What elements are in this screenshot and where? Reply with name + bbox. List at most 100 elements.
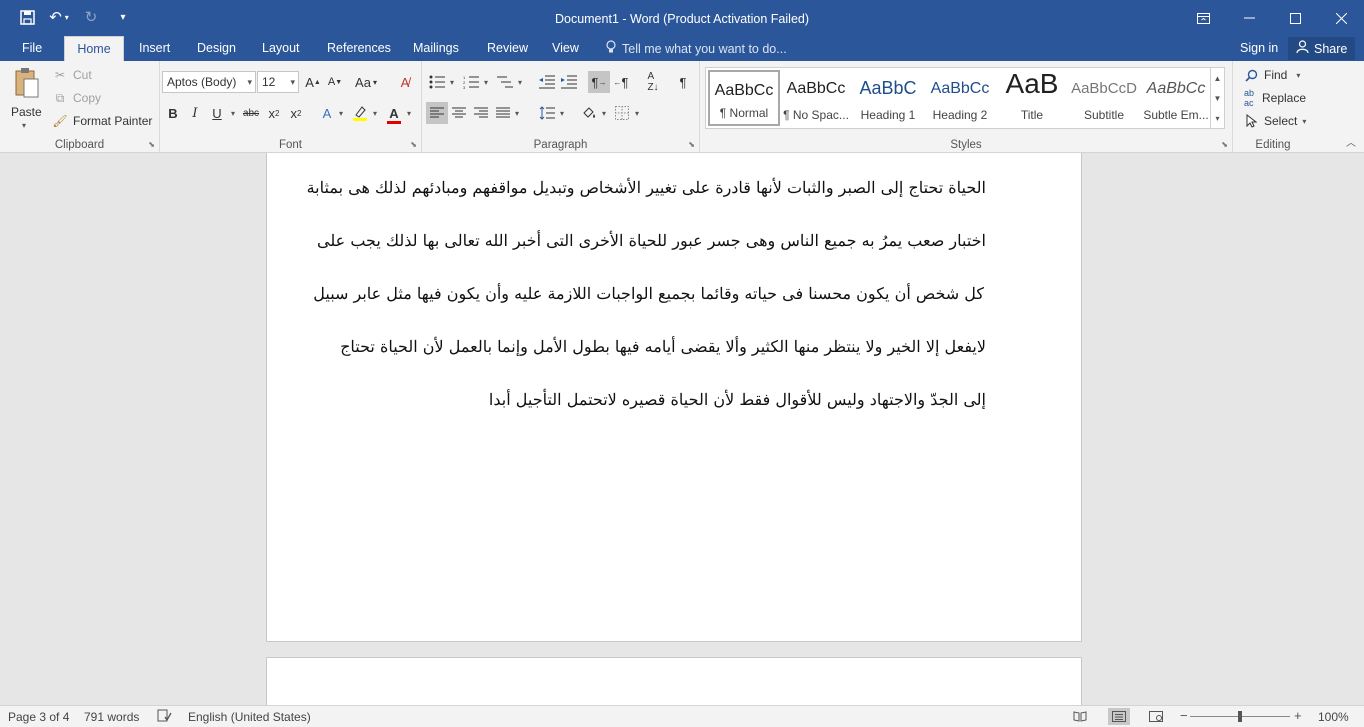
scroll-down-icon[interactable]: ▼ [1214, 94, 1222, 103]
style-heading-1[interactable]: AaBbC Heading 1 [852, 70, 924, 126]
justify-icon[interactable] [492, 102, 514, 124]
print-layout-icon[interactable] [1108, 708, 1130, 725]
align-right-icon[interactable] [470, 102, 492, 124]
style-title[interactable]: AaB Title [996, 68, 1068, 126]
tab-references[interactable]: References [317, 36, 401, 61]
styles-dialog-launcher-icon[interactable]: ⬊ [1221, 140, 1228, 149]
copy-button[interactable]: ⧉ Copy [52, 90, 101, 106]
replace-button[interactable]: ab ac Replace [1241, 88, 1306, 108]
align-center-icon[interactable] [448, 102, 470, 124]
window-controls [1180, 0, 1364, 36]
bold-icon[interactable]: B [162, 102, 184, 124]
page-count[interactable]: Page 3 of 4 [8, 710, 69, 724]
font-family-select[interactable]: Aptos (Body) ▾ [162, 71, 256, 93]
highlight-dropdown-icon[interactable]: ▾ [373, 109, 377, 118]
borders-icon[interactable] [611, 102, 633, 124]
style-no-spacing[interactable]: AaBbCc ¶ No Spac... [780, 70, 852, 126]
paragraph-group: ▾ 123 ▾ ▾ ¶ → ← ¶ A Z↓ ¶ ▾ ▾ ▾ ▾ Paragra… [422, 61, 700, 153]
tab-design[interactable]: Design [187, 36, 246, 61]
clipboard-group: Paste ▾ ✂ Cut ⧉ Copy 🖌 Format Painter Cl… [0, 61, 160, 153]
web-layout-icon[interactable] [1145, 708, 1167, 725]
tab-mailings[interactable]: Mailings [403, 36, 469, 61]
zoom-level[interactable]: 100% [1318, 710, 1349, 724]
increase-indent-icon[interactable] [558, 71, 580, 93]
format-painter-button[interactable]: 🖌 Format Painter [52, 113, 152, 129]
line-spacing-dropdown-icon[interactable]: ▾ [560, 109, 564, 118]
zoom-out-icon[interactable]: − [1180, 708, 1188, 723]
collapse-ribbon-icon[interactable]: ︿ [1346, 134, 1356, 149]
tab-home[interactable]: Home [64, 36, 124, 61]
tab-insert[interactable]: Insert [129, 36, 180, 61]
font-size-select[interactable]: 12 ▾ [257, 71, 299, 93]
tab-view[interactable]: View [542, 36, 589, 61]
read-mode-icon[interactable] [1069, 708, 1091, 725]
tab-layout[interactable]: Layout [252, 36, 310, 61]
rtl-direction-icon[interactable]: ← ¶ [610, 71, 632, 93]
tab-file[interactable]: File [12, 36, 52, 61]
borders-dropdown-icon[interactable]: ▾ [635, 109, 639, 118]
sort-icon[interactable]: A Z↓ [642, 71, 664, 93]
share-button[interactable]: Share [1288, 37, 1356, 60]
shading-dropdown-icon[interactable]: ▾ [602, 109, 606, 118]
highlight-icon[interactable] [349, 102, 371, 124]
font-group: Aptos (Body) ▾ 12 ▾ A ▲ A ▼ Aa ▾ A̸ B I U ▾… [160, 61, 422, 153]
cut-button[interactable]: ✂ Cut [52, 67, 92, 83]
style-normal[interactable]: AaBbCc ¶ Normal [708, 70, 780, 126]
text-effects-icon[interactable]: A [316, 102, 338, 124]
next-document-page[interactable] [266, 657, 1082, 705]
ribbon-display-options-icon[interactable] [1180, 0, 1226, 36]
select-button[interactable]: Select ▾ [1243, 113, 1306, 129]
ltr-direction-icon[interactable]: ¶ → [588, 71, 610, 93]
shading-icon[interactable] [578, 102, 600, 124]
grow-font-icon[interactable]: A ▲ [302, 71, 324, 93]
paragraph-dialog-launcher-icon[interactable]: ⬊ [688, 140, 695, 149]
line-spacing-icon[interactable] [536, 102, 558, 124]
decrease-indent-icon[interactable] [536, 71, 558, 93]
show-formatting-icon[interactable]: ¶ [672, 71, 694, 93]
clear-formatting-icon[interactable]: A̸ [394, 71, 416, 93]
find-button[interactable]: Find ▾ [1243, 67, 1300, 83]
maximize-icon[interactable] [1272, 0, 1318, 36]
strikethrough-icon[interactable]: abc [240, 102, 262, 124]
underline-dropdown-icon[interactable]: ▾ [231, 109, 235, 118]
font-color-icon[interactable]: A [383, 102, 405, 124]
copy-label: Copy [73, 91, 102, 105]
font-dialog-launcher-icon[interactable]: ⬊ [410, 140, 417, 149]
document-page[interactable]: الحياة تحتاج إلى الصبر والثبات لأنها قاد… [266, 153, 1082, 642]
clipboard-dialog-launcher-icon[interactable]: ⬊ [148, 140, 155, 149]
change-case-icon[interactable]: Aa ▾ [352, 71, 380, 93]
justify-dropdown-icon[interactable]: ▾ [515, 109, 519, 118]
multilevel-list-dropdown-icon[interactable]: ▾ [518, 78, 522, 87]
italic-icon[interactable]: I [184, 102, 206, 124]
bullets-icon[interactable] [426, 71, 448, 93]
bullets-dropdown-icon[interactable]: ▾ [450, 78, 454, 87]
zoom-in-icon[interactable]: + [1294, 708, 1302, 723]
style-subtle-emphasis[interactable]: AaBbCc Subtle Em... [1140, 70, 1212, 126]
numbering-icon[interactable]: 123 [460, 71, 482, 93]
multilevel-list-icon[interactable] [494, 71, 516, 93]
word-count[interactable]: 791 words [84, 710, 139, 724]
shrink-font-icon[interactable]: A ▼ [324, 71, 346, 93]
proofing-icon[interactable] [157, 709, 172, 725]
document-area[interactable]: الحياة تحتاج إلى الصبر والثبات لأنها قاد… [0, 153, 1364, 705]
language-indicator[interactable]: English (United States) [188, 710, 311, 724]
superscript-icon[interactable]: x2 [285, 102, 307, 124]
font-color-dropdown-icon[interactable]: ▾ [407, 109, 411, 118]
paste-button[interactable]: Paste ▾ [8, 65, 46, 133]
underline-icon[interactable]: U [206, 102, 228, 124]
gallery-more-icon[interactable]: ▾ [1215, 114, 1219, 123]
tab-review[interactable]: Review [477, 36, 538, 61]
tell-me-box[interactable]: Tell me what you want to do... [606, 40, 787, 57]
style-subtitle[interactable]: AaBbCcD Subtitle [1068, 70, 1140, 126]
sign-in-link[interactable]: Sign in [1240, 41, 1278, 55]
styles-gallery-scrollbar[interactable]: ▲ ▼ ▾ [1210, 68, 1224, 128]
zoom-slider-thumb[interactable] [1238, 711, 1242, 722]
scroll-up-icon[interactable]: ▲ [1214, 74, 1222, 83]
style-heading-2[interactable]: AaBbCc Heading 2 [924, 70, 996, 126]
numbering-dropdown-icon[interactable]: ▾ [484, 78, 488, 87]
text-effects-dropdown-icon[interactable]: ▾ [339, 109, 343, 118]
minimize-icon[interactable] [1226, 0, 1272, 36]
close-icon[interactable] [1318, 0, 1364, 36]
align-left-icon[interactable] [426, 102, 448, 124]
subscript-icon[interactable]: x2 [263, 102, 285, 124]
